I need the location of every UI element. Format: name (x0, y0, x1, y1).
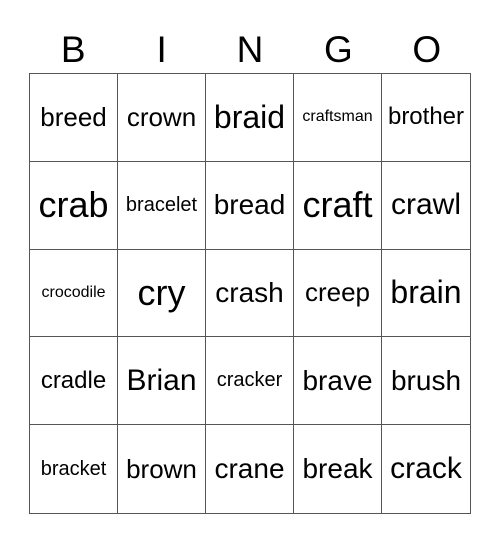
bingo-cell: brush (382, 337, 470, 426)
bingo-cell: braid (206, 74, 294, 162)
bingo-cell: crocodile (30, 249, 118, 338)
bingo-cell: bread (206, 161, 294, 250)
header-letter-b: B (60, 29, 86, 70)
bingo-cell: bracelet (118, 161, 206, 250)
bingo-cell: crane (206, 425, 294, 513)
bingo-cell: creep (294, 249, 382, 338)
bingo-cell: crash (206, 249, 294, 338)
header-letter-o: O (412, 29, 442, 70)
header-letter-n: N (236, 29, 264, 70)
bingo-cell: cry (118, 249, 206, 338)
bingo-header: B I N G O (29, 28, 471, 72)
bingo-cell: breed (30, 74, 118, 162)
bingo-cell: craftsman (294, 74, 382, 162)
bingo-cell: cracker (206, 337, 294, 426)
bingo-cell: brave (294, 337, 382, 426)
bingo-cell: cradle (30, 337, 118, 426)
bingo-cell: brain (382, 250, 470, 338)
bingo-cell: crack (390, 452, 462, 486)
bingo-cell: crab (30, 161, 118, 250)
bingo-cell: brother (382, 74, 470, 162)
bingo-cell: craft (294, 161, 382, 250)
header-letter-i: I (156, 29, 167, 70)
bingo-cell: break (294, 425, 382, 513)
bingo-cell: bracket (30, 425, 118, 513)
bingo-grid: breed crown braid craftsman brother crab… (29, 73, 471, 514)
header-letter-g: G (323, 29, 353, 70)
bingo-cell: crown (118, 74, 206, 162)
bingo-cell: Brian (118, 337, 206, 426)
bingo-cell: crawl (382, 162, 470, 250)
bingo-cell: brown (118, 425, 206, 513)
